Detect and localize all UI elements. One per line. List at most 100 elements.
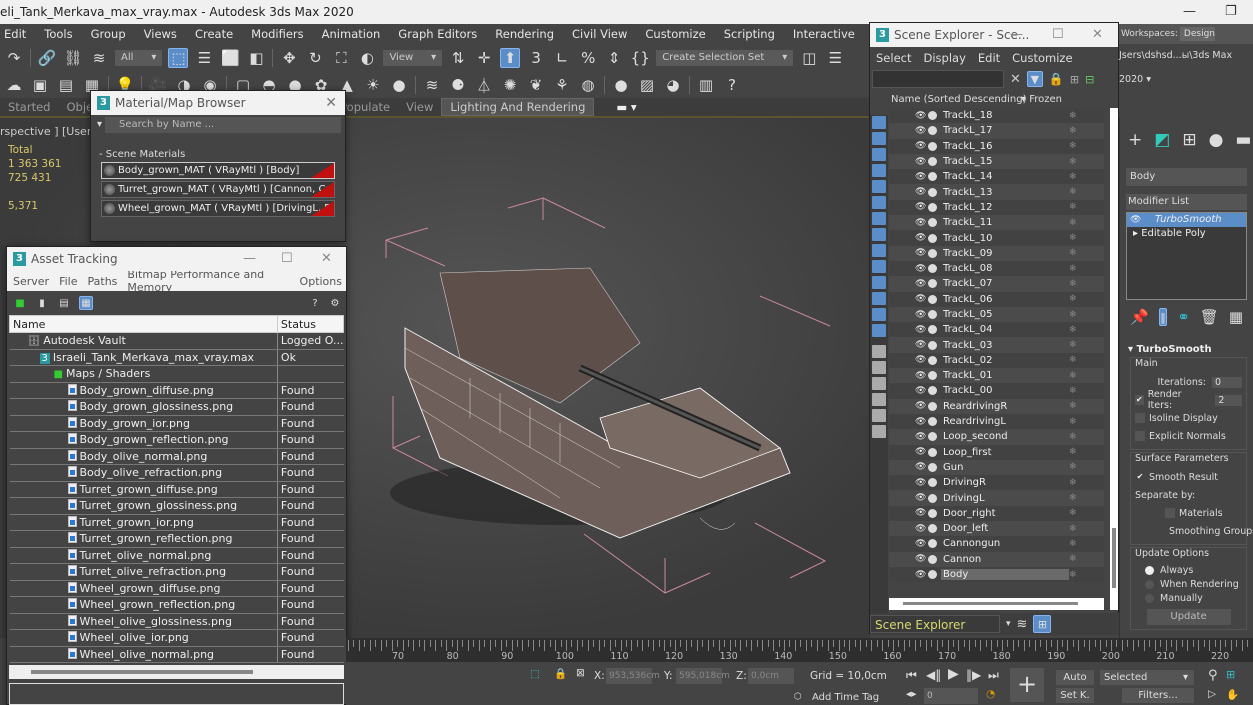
scene-object-row[interactable]: 👁 TrackL_18 ❄	[889, 108, 1104, 124]
render-toggle-icon[interactable]	[928, 325, 937, 335]
render-toggle-icon[interactable]	[928, 417, 937, 427]
scene-object-row[interactable]: 👁 TrackL_14 ❄	[889, 169, 1104, 185]
cloud-icon[interactable]: ☁	[4, 75, 24, 95]
hidden-filter-icon[interactable]	[872, 324, 886, 337]
scene-object-row[interactable]: 👁 TrackL_07 ❄	[889, 276, 1104, 292]
asset-row[interactable]: Wheel_olive_glossiness.png Found	[9, 613, 344, 630]
always-radio[interactable]	[1145, 565, 1154, 575]
hierarchy-tab-icon[interactable]: ⊞	[1182, 130, 1196, 150]
pan-icon[interactable]: ✋	[1226, 688, 1239, 701]
scene-object-row[interactable]: 👁 TrackL_09 ❄	[889, 245, 1104, 261]
menu-rendering[interactable]: Rendering	[486, 27, 563, 41]
create-tab-icon[interactable]: +	[1128, 130, 1142, 150]
render-iters-spinner[interactable]: 2	[1215, 394, 1242, 406]
vertical-scrollbar[interactable]	[1110, 108, 1118, 610]
visibility-eye-icon[interactable]: 👁	[915, 371, 926, 381]
material-item[interactable]: Wheel_grown_MAT ( VRayMtl ) [DrivingL, D…	[101, 200, 335, 217]
asset-row[interactable]: Body_olive_refraction.png Found	[9, 464, 344, 482]
mirror-icon[interactable]: ◫	[799, 48, 819, 68]
iterations-spinner[interactable]: 0	[1212, 376, 1242, 388]
percent-snap-icon[interactable]: %	[578, 48, 598, 68]
scene-object-row[interactable]: 👁 Cannongun ❄	[889, 536, 1104, 552]
visibility-eye-icon[interactable]: 👁	[915, 539, 926, 549]
hierarchy-view-icon[interactable]: ⊞	[1033, 615, 1052, 633]
scene-object-row[interactable]: 👁 TrackL_01 ❄	[889, 368, 1104, 384]
material-item[interactable]: Body_grown_MAT ( VRayMtl ) [Body]	[101, 162, 335, 179]
scene-materials-section[interactable]: - Scene Materials	[95, 149, 341, 160]
column-status[interactable]: Status	[276, 315, 345, 333]
layers-icon[interactable]: ≋	[1017, 617, 1028, 632]
render-toggle-icon[interactable]	[928, 172, 937, 182]
funnel-icon[interactable]	[872, 409, 886, 422]
frozen-toggle-icon[interactable]: ❄	[1069, 432, 1077, 442]
visibility-eye-icon[interactable]: 👁	[915, 294, 926, 304]
visibility-eye-icon[interactable]: 👁	[915, 325, 926, 335]
x-coordinate-field[interactable]: 953,536cm	[606, 668, 660, 684]
next-frame-icon[interactable]: ‖▶	[966, 668, 981, 682]
frozen-toggle-icon[interactable]: ❄	[1069, 141, 1077, 151]
horizontal-scrollbar[interactable]	[889, 598, 1104, 610]
asset-menu-options[interactable]: Options	[294, 275, 346, 288]
se-menu-display[interactable]: Display	[917, 51, 971, 65]
make-unique-icon[interactable]: ⚭	[1177, 308, 1190, 326]
sun-icon[interactable]: ☀	[363, 75, 383, 95]
link-icon[interactable]: 🔗	[37, 48, 57, 68]
render-toggle-icon[interactable]	[928, 432, 937, 442]
zoom-all-icon[interactable]: ⊞	[1226, 668, 1235, 681]
hair-icon[interactable]: ⚘	[552, 75, 572, 95]
asset-row[interactable]: 3 Israeli_Tank_Merkava_max_vray.max Ok	[9, 349, 344, 366]
pin-stack-icon[interactable]: 📌	[1130, 308, 1149, 326]
select-none-icon[interactable]	[872, 361, 886, 374]
particles-filter-icon[interactable]	[872, 292, 886, 305]
frozen-toggle-icon[interactable]: ❄	[1069, 187, 1077, 197]
project-path-dropdown[interactable]: Jsers\dshsd...ы\3ds Max 2020 ▾	[1119, 44, 1253, 85]
visibility-eye-icon[interactable]: 👁	[915, 355, 926, 365]
hierarchy-green-icon[interactable]: ⊟	[1085, 73, 1094, 86]
selection-lock-icon[interactable]: ⬚	[530, 668, 540, 680]
frame-buffer-icon[interactable]: ▥	[696, 75, 716, 95]
visibility-eye-icon[interactable]: 👁	[915, 264, 926, 274]
workspaces-selector[interactable]: Workspaces:Design Standard	[1119, 24, 1253, 61]
select-object-icon[interactable]: ⬚	[168, 48, 189, 68]
select-manipulate-icon[interactable]: ✛	[474, 48, 494, 68]
spacewarps-filter-icon[interactable]	[872, 212, 886, 225]
scene-object-row[interactable]: 👁 Body ❄	[889, 566, 1104, 583]
zoom-icon[interactable]: ⚲	[1208, 668, 1218, 683]
sphere-fade-icon[interactable]: ✺	[500, 75, 520, 95]
scene-object-row[interactable]: 👁 TrackL_03 ❄	[889, 337, 1104, 353]
plane-icon[interactable]: ⏃	[474, 75, 494, 95]
select-by-name-icon[interactable]: ☰	[194, 48, 214, 68]
render-toggle-icon[interactable]	[928, 294, 937, 304]
frozen-toggle-icon[interactable]: ❄	[1069, 218, 1077, 228]
select-all-icon[interactable]	[872, 345, 886, 358]
keyboard-shortcut-icon[interactable]: ⬆	[500, 48, 521, 68]
scene-object-row[interactable]: 👁 ReardrivingL ❄	[889, 413, 1104, 430]
visibility-eye-icon[interactable]: 👁	[915, 493, 926, 503]
rect-selection-icon[interactable]: ⬜	[220, 48, 240, 68]
frozen-toggle-icon[interactable]: ❄	[1069, 493, 1077, 503]
visibility-eye-icon[interactable]: 👁	[915, 218, 926, 228]
remove-modifier-icon[interactable]: 🗑	[1200, 308, 1219, 326]
visibility-eye-icon[interactable]: 👁	[915, 432, 926, 442]
explorer-name-field[interactable]: Scene Explorer	[870, 615, 1000, 633]
asset-row[interactable]: Body_olive_normal.png Found	[9, 448, 344, 465]
asset-row[interactable]: Body_grown_ior.png Found	[9, 415, 344, 432]
visibility-eye-icon[interactable]: 👁	[915, 447, 926, 457]
help-icon[interactable]: ?	[308, 296, 322, 310]
ribbon-options-icon[interactable]: ▬ ▾	[608, 100, 644, 114]
scene-object-row[interactable]: 👁 DrivingR ❄	[889, 475, 1104, 491]
menu-scripting[interactable]: Scripting	[715, 27, 784, 41]
y-coordinate-field[interactable]: 595,018cm	[676, 668, 730, 684]
close-icon[interactable]: ✕	[325, 91, 337, 115]
asset-row[interactable]: Turret_olive_refraction.png Found	[9, 563, 344, 581]
render-toggle-icon[interactable]	[928, 233, 937, 243]
frozen-toggle-icon[interactable]: ❄	[1069, 570, 1077, 580]
visibility-eye-icon[interactable]: 👁	[915, 310, 926, 320]
asset-row[interactable]: Turret_olive_normal.png Found	[9, 547, 344, 564]
material-item[interactable]: Turret_grown_MAT ( VRayMtl ) [Cannon, Ca…	[101, 181, 335, 198]
scene-object-row[interactable]: 👁 TrackL_06 ❄	[889, 291, 1104, 307]
scrollbar-thumb[interactable]	[1112, 528, 1116, 588]
asset-row[interactable]: Wheel_olive_ior.png Found	[9, 629, 344, 647]
manually-radio[interactable]	[1145, 593, 1154, 603]
visibility-eye-icon[interactable]: 👁	[915, 141, 926, 151]
